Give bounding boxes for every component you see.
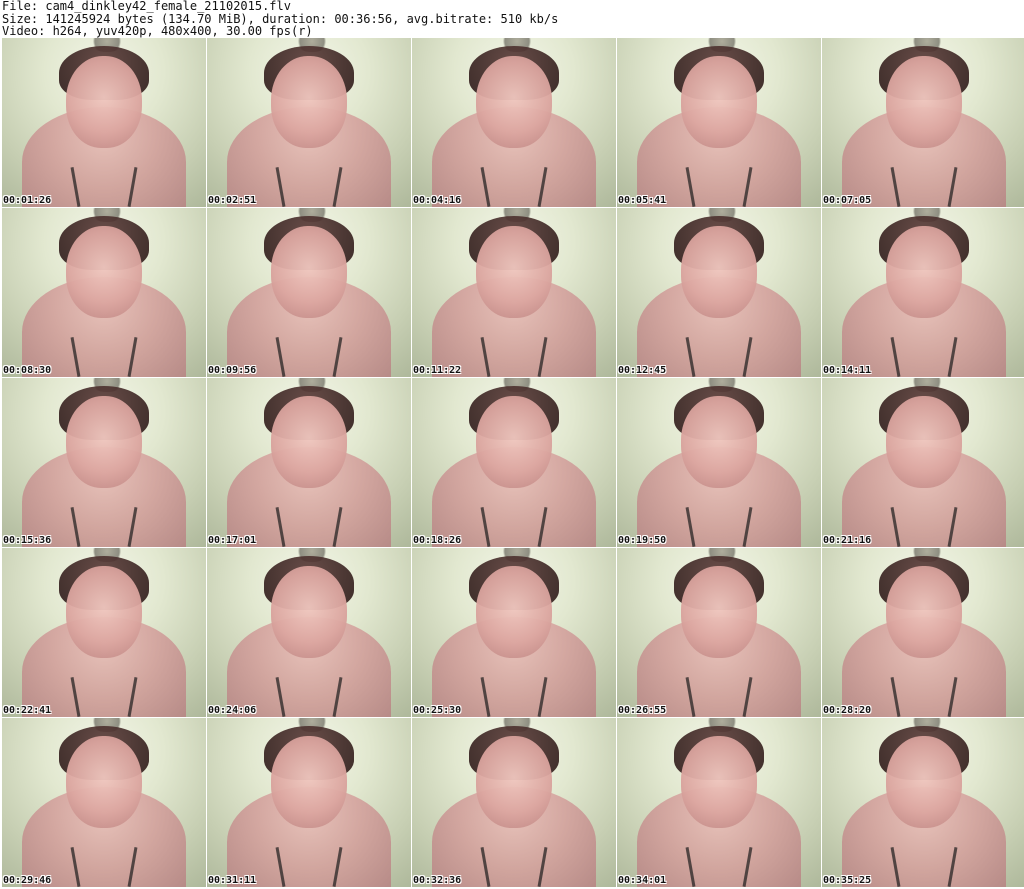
thumbnail-frame: 00:19:50 <box>617 378 821 547</box>
thumbnail-timestamp: 00:21:16 <box>823 535 872 546</box>
head-graphic <box>271 226 347 318</box>
head-graphic <box>886 396 962 488</box>
thumbnail-timestamp: 00:11:22 <box>413 365 462 376</box>
head-graphic <box>681 566 757 658</box>
thumbnail-frame: 00:11:22 <box>412 208 616 377</box>
thumbnail-timestamp: 00:35:25 <box>823 875 872 886</box>
thumbnail-timestamp: 00:05:41 <box>618 195 667 206</box>
thumbnail-timestamp: 00:25:30 <box>413 705 462 716</box>
thumbnail-frame: 00:05:41 <box>617 38 821 207</box>
head-graphic <box>886 566 962 658</box>
file-info-header: File: cam4_dinkley42_female_21102015.flv… <box>0 0 1024 38</box>
thumbnail-timestamp: 00:14:11 <box>823 365 872 376</box>
head-graphic <box>271 396 347 488</box>
thumbnail-frame: 00:28:20 <box>822 548 1024 717</box>
thumbnail-frame: 00:15:36 <box>2 378 206 547</box>
thumbnail-timestamp: 00:12:45 <box>618 365 667 376</box>
thumbnail-frame: 00:07:05 <box>822 38 1024 207</box>
thumbnail-grid: 00:01:26 00:02:51 00:04:16 00:05:41 00:0… <box>0 38 1024 889</box>
thumbnail-timestamp: 00:32:36 <box>413 875 462 886</box>
thumbnail-frame: 00:01:26 <box>2 38 206 207</box>
thumbnail-frame: 00:04:16 <box>412 38 616 207</box>
head-graphic <box>476 56 552 148</box>
thumbnail-timestamp: 00:28:20 <box>823 705 872 716</box>
head-graphic <box>271 566 347 658</box>
thumbnail-timestamp: 00:15:36 <box>3 535 52 546</box>
thumbnail-timestamp: 00:09:56 <box>208 365 257 376</box>
thumbnail-timestamp: 00:01:26 <box>3 195 52 206</box>
head-graphic <box>681 396 757 488</box>
thumbnail-timestamp: 00:18:26 <box>413 535 462 546</box>
thumbnail-timestamp: 00:02:51 <box>208 195 257 206</box>
thumbnail-timestamp: 00:22:41 <box>3 705 52 716</box>
head-graphic <box>681 226 757 318</box>
thumbnail-frame: 00:26:55 <box>617 548 821 717</box>
thumbnail-frame: 00:24:06 <box>207 548 411 717</box>
head-graphic <box>66 736 142 828</box>
thumbnail-frame: 00:32:36 <box>412 718 616 887</box>
head-graphic <box>476 736 552 828</box>
thumbnail-timestamp: 00:17:01 <box>208 535 257 546</box>
thumbnail-frame: 00:35:25 <box>822 718 1024 887</box>
thumbnail-frame: 00:22:41 <box>2 548 206 717</box>
thumbnail-frame: 00:08:30 <box>2 208 206 377</box>
thumbnail-timestamp: 00:26:55 <box>618 705 667 716</box>
head-graphic <box>886 736 962 828</box>
thumbnail-frame: 00:29:46 <box>2 718 206 887</box>
head-graphic <box>476 396 552 488</box>
thumbnail-frame: 00:09:56 <box>207 208 411 377</box>
thumbnail-frame: 00:14:11 <box>822 208 1024 377</box>
thumbnail-timestamp: 00:07:05 <box>823 195 872 206</box>
thumbnail-timestamp: 00:29:46 <box>3 875 52 886</box>
thumbnail-frame: 00:21:16 <box>822 378 1024 547</box>
thumbnail-timestamp: 00:04:16 <box>413 195 462 206</box>
thumbnail-timestamp: 00:24:06 <box>208 705 257 716</box>
head-graphic <box>66 226 142 318</box>
thumbnail-frame: 00:31:11 <box>207 718 411 887</box>
head-graphic <box>886 226 962 318</box>
head-graphic <box>66 396 142 488</box>
head-graphic <box>66 56 142 148</box>
thumbnail-frame: 00:12:45 <box>617 208 821 377</box>
thumbnail-timestamp: 00:08:30 <box>3 365 52 376</box>
thumbnail-frame: 00:17:01 <box>207 378 411 547</box>
head-graphic <box>271 736 347 828</box>
thumbnail-frame: 00:34:01 <box>617 718 821 887</box>
head-graphic <box>681 56 757 148</box>
thumbnail-timestamp: 00:34:01 <box>618 875 667 886</box>
head-graphic <box>66 566 142 658</box>
head-graphic <box>681 736 757 828</box>
video-info-line: Video: h264, yuv420p, 480x400, 30.00 fps… <box>2 24 313 39</box>
head-graphic <box>476 566 552 658</box>
head-graphic <box>886 56 962 148</box>
thumbnail-timestamp: 00:31:11 <box>208 875 257 886</box>
thumbnail-timestamp: 00:19:50 <box>618 535 667 546</box>
head-graphic <box>476 226 552 318</box>
thumbnail-frame: 00:02:51 <box>207 38 411 207</box>
file-name-line: File: cam4_dinkley42_female_21102015.flv <box>2 0 291 13</box>
thumbnail-frame: 00:18:26 <box>412 378 616 547</box>
thumbnail-frame: 00:25:30 <box>412 548 616 717</box>
head-graphic <box>271 56 347 148</box>
